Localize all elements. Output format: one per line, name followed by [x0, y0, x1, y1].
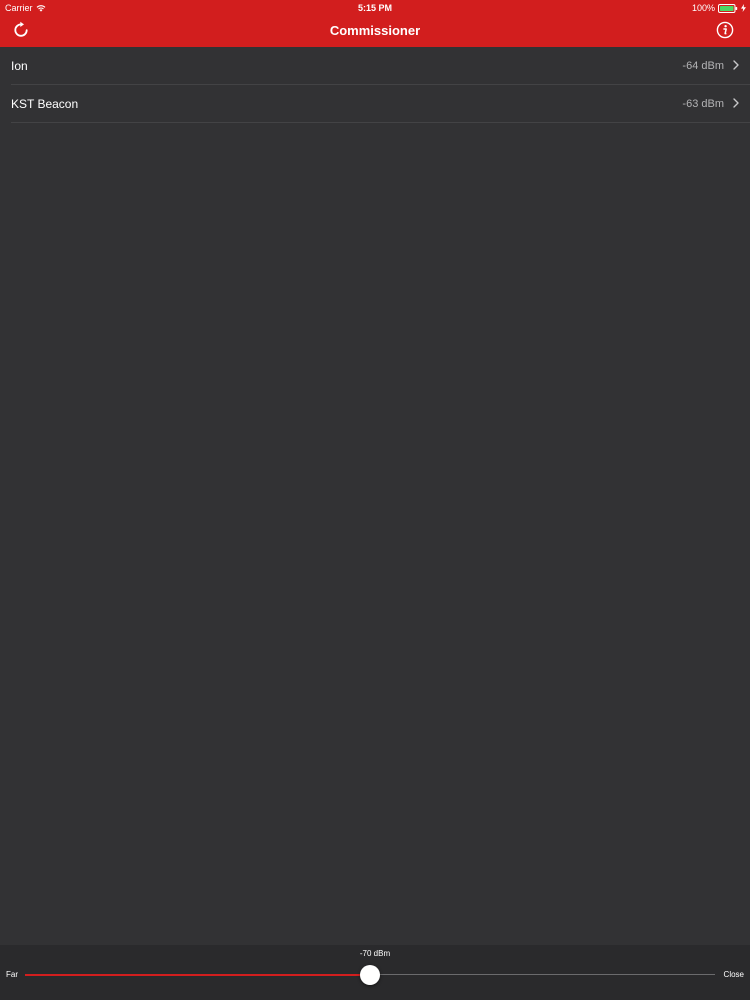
slider-fill: [25, 974, 370, 976]
status-bar: Carrier 5:15 PM 100%: [0, 0, 750, 15]
beacon-signal: -64 dBm: [682, 60, 724, 72]
chevron-right-icon: [733, 60, 739, 70]
info-icon: [716, 21, 736, 39]
status-time: 5:15 PM: [357, 3, 392, 13]
top-bar: Carrier 5:15 PM 100% Commissioner: [0, 0, 750, 47]
beacon-name: KST Beacon: [11, 97, 79, 111]
info-button[interactable]: [716, 21, 736, 41]
beacon-name: Ion: [11, 59, 28, 73]
beacon-list: Ion -64 dBm KST Beacon -63 dBm: [0, 47, 750, 123]
app-screen: Carrier 5:15 PM 100% Commissioner Ion -6…: [0, 0, 750, 1000]
signal-threshold-slider[interactable]: [25, 965, 715, 985]
page-title: Commissioner: [329, 23, 421, 38]
far-label: Far: [6, 970, 18, 979]
battery-icon: [718, 3, 738, 13]
chevron-right-icon: [733, 98, 739, 108]
status-right: 100%: [692, 3, 746, 13]
beacon-row[interactable]: Ion -64 dBm: [0, 47, 750, 85]
slider-value-label: -70 dBm: [359, 949, 391, 958]
beacon-row[interactable]: KST Beacon -63 dBm: [0, 85, 750, 123]
signal-threshold-bar: -70 dBm Far Close: [0, 945, 750, 1000]
slider-thumb[interactable]: [360, 965, 380, 985]
navigation-bar: Commissioner: [0, 15, 750, 47]
beacon-signal: -63 dBm: [682, 98, 724, 110]
close-label: Close: [723, 970, 744, 979]
charging-bolt-icon: [741, 4, 746, 12]
battery-percent: 100%: [691, 3, 715, 13]
